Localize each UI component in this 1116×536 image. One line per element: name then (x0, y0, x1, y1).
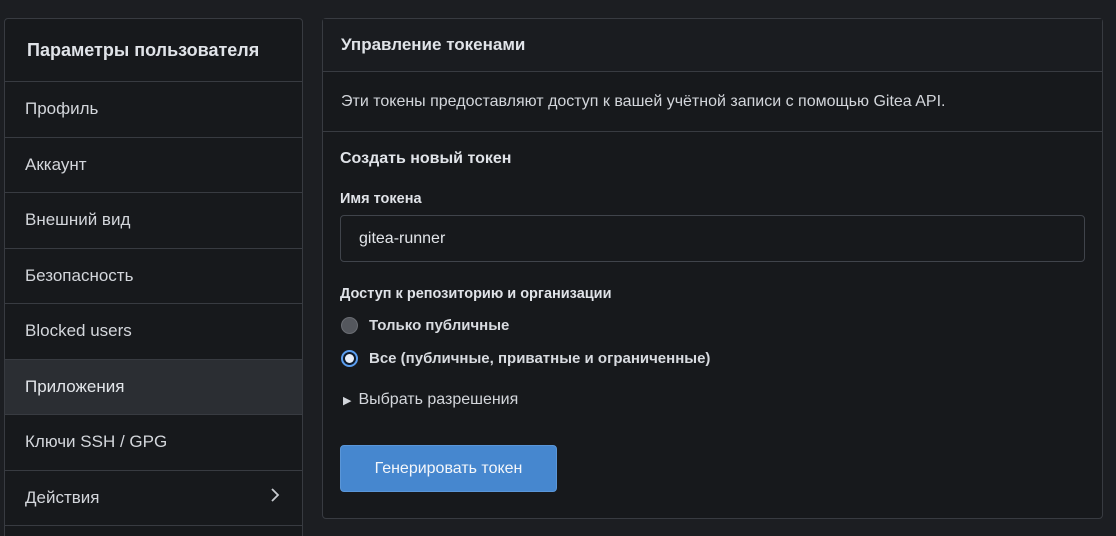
sidebar-item-label: Ключи SSH / GPG (25, 432, 168, 452)
sidebar-item-ssh-gpg-keys[interactable]: Ключи SSH / GPG (5, 415, 302, 471)
token-name-input[interactable] (340, 215, 1085, 262)
radio-public-only[interactable]: Только публичные (340, 314, 1085, 336)
radio-label: Только публичные (369, 316, 510, 334)
radio-all[interactable]: Все (публичные, приватные и ограниченные… (340, 347, 1085, 369)
sidebar-item-label: Внешний вид (25, 210, 131, 230)
sidebar-item-label: Приложения (25, 376, 125, 396)
sidebar-item-label: Аккаунт (25, 154, 87, 174)
chevron-right-icon (270, 488, 280, 507)
new-token-form: Создать новый токен Имя токена Доступ к … (323, 132, 1102, 492)
panel-description: Эти токены предоставляют доступ к вашей … (323, 72, 1102, 132)
token-management-panel: Управление токенами Эти токены предостав… (322, 18, 1103, 519)
sidebar-title: Параметры пользователя (5, 19, 302, 82)
sidebar-item-account[interactable]: Аккаунт (5, 138, 302, 193)
sidebar-item-label: Blocked users (25, 321, 132, 341)
settings-sidebar: Параметры пользователя Профиль Аккаунт В… (4, 18, 303, 536)
token-name-label: Имя токена (340, 191, 422, 207)
select-permissions-toggle[interactable]: ▶ Выбрать разрешения (340, 391, 1085, 409)
sidebar-item-applications[interactable]: Приложения (5, 359, 302, 415)
sidebar-item-appearance[interactable]: Внешний вид (5, 193, 302, 249)
sidebar-item-label: Профиль (25, 99, 99, 119)
radio-checked-icon[interactable] (341, 349, 358, 367)
sidebar-item-profile[interactable]: Профиль (5, 82, 302, 138)
sidebar-item-label: Действия (25, 487, 100, 507)
sidebar-item-blocked-users[interactable]: Blocked users (5, 304, 302, 360)
triangle-right-icon: ▶ (343, 394, 352, 407)
section-title: Создать новый токен (340, 150, 512, 167)
sidebar-item-security[interactable]: Безопасность (5, 249, 302, 304)
radio-unchecked-icon[interactable] (341, 316, 358, 334)
sidebar-item-label: Безопасность (25, 265, 134, 285)
generate-token-button[interactable]: Генерировать токен (340, 445, 557, 492)
panel-title: Управление токенами (323, 19, 1102, 72)
permissions-toggle-label: Выбрать разрешения (358, 391, 519, 408)
access-label: Доступ к репозиторию и организации (340, 286, 612, 302)
radio-label: Все (публичные, приватные и ограниченные… (369, 349, 711, 367)
sidebar-item-actions[interactable]: Действия (5, 471, 302, 526)
